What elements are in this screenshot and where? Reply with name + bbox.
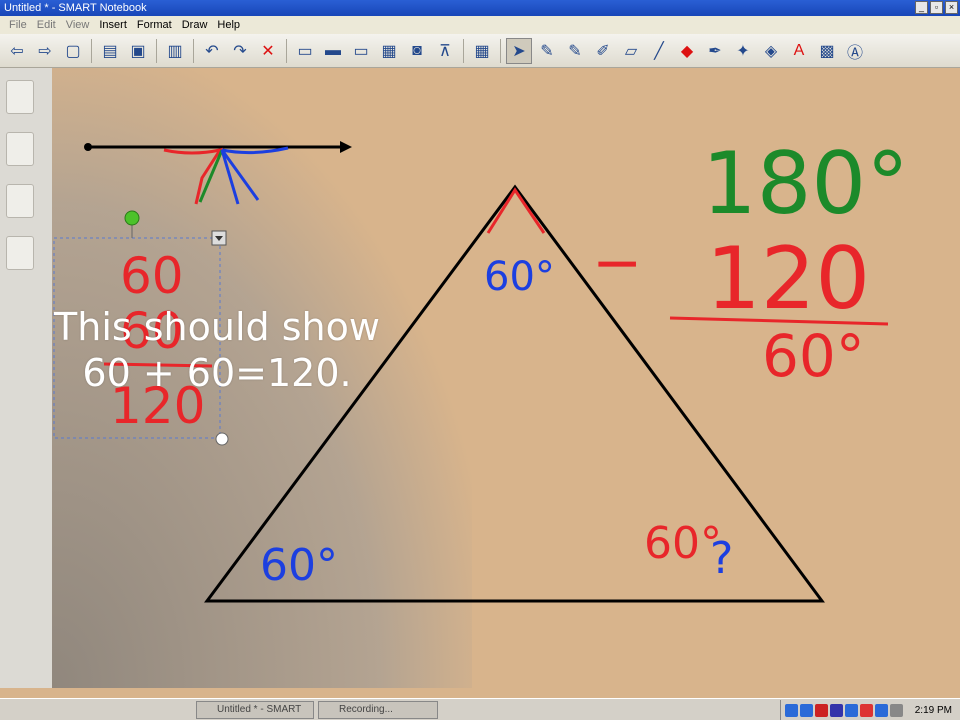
paste-icon[interactable]: ▥ — [162, 38, 188, 64]
highlighter-icon[interactable]: ✐ — [590, 38, 616, 64]
doc-camera-icon[interactable]: ⊼ — [432, 38, 458, 64]
menu-view[interactable]: View — [61, 16, 95, 34]
fill-icon[interactable]: ◈ — [758, 38, 784, 64]
close-button[interactable]: × — [945, 1, 958, 14]
question-mark: ? — [710, 533, 733, 584]
magic-pen-icon[interactable]: ✒ — [702, 38, 728, 64]
toolbar-separator — [500, 38, 501, 63]
network-icon[interactable] — [785, 703, 798, 717]
gallery-tab[interactable] — [6, 132, 34, 166]
more-icon[interactable]: Ⓐ — [842, 38, 868, 64]
menu-help[interactable]: Help — [212, 16, 245, 34]
undo-icon[interactable]: ↶ — [199, 38, 225, 64]
taskbar-notebook-button[interactable]: Untitled * - SMART No... — [196, 701, 314, 719]
security-icon[interactable] — [815, 703, 828, 717]
calc-result: 60° — [762, 322, 865, 390]
toolbar-separator — [193, 38, 194, 63]
sum-top-number: 60 — [120, 247, 184, 305]
calc-minuend: 180° — [702, 134, 909, 234]
window-title: Untitled * - SMART Notebook — [4, 2, 147, 14]
menu-file[interactable]: File — [4, 16, 32, 34]
caption-line-2: 60 + 60=120. — [82, 351, 352, 395]
camera-icon[interactable]: ◙ — [404, 38, 430, 64]
calc-minus-sign: − — [592, 228, 642, 298]
rotate-handle[interactable] — [124, 210, 140, 226]
menu-insert[interactable]: Insert — [94, 16, 132, 34]
bluetooth-icon[interactable] — [830, 703, 843, 717]
update-icon[interactable] — [875, 703, 888, 717]
open-icon[interactable]: ▤ — [97, 38, 123, 64]
menu-edit[interactable]: Edit — [32, 16, 61, 34]
side-tab-strip — [0, 68, 52, 688]
menu-format[interactable]: Format — [132, 16, 177, 34]
delete-icon[interactable]: ✕ — [255, 38, 281, 64]
clock[interactable]: 2:19 PM — [915, 705, 960, 716]
toolbar-separator — [463, 38, 464, 63]
attachments-tab[interactable] — [6, 184, 34, 218]
forward-icon[interactable]: ⇨ — [32, 38, 58, 64]
alert-icon[interactable] — [860, 703, 873, 717]
number-line-arrow — [340, 141, 352, 153]
minimize-button[interactable]: _ — [915, 1, 928, 14]
resize-handle[interactable] — [215, 432, 229, 446]
system-tray: 2:19 PM — [780, 700, 960, 720]
blue-angle-stroke — [220, 146, 289, 205]
screen-shade-icon[interactable]: ▭ — [292, 38, 318, 64]
creative-pen-icon[interactable]: ✎ — [562, 38, 588, 64]
maximize-button[interactable]: ▫ — [930, 1, 943, 14]
left-angle-label: 60° — [260, 540, 338, 591]
title-bar: Untitled * - SMART Notebook _ ▫ × — [0, 0, 960, 16]
pen-icon[interactable]: ✎ — [534, 38, 560, 64]
record-icon[interactable]: ▦ — [376, 38, 402, 64]
shape-recognition-icon[interactable]: ✦ — [730, 38, 756, 64]
properties-icon[interactable]: ▩ — [814, 38, 840, 64]
main-toolbar: ⇦ ⇨ ▢ ▤ ▣ ▥ ↶ ↷ ✕ ▭ ▬ ▭ ▦ ◙ ⊼ ▦ ➤ ✎ ✎ ✐ … — [0, 34, 960, 68]
redo-icon[interactable]: ↷ — [227, 38, 253, 64]
video-caption: This should show 60 + 60=120. — [52, 304, 382, 396]
battery-icon[interactable] — [890, 703, 903, 717]
eraser-icon[interactable]: ▱ — [618, 38, 644, 64]
display-icon[interactable]: ▬ — [320, 38, 346, 64]
toolbar-separator — [286, 38, 287, 63]
smart-board-icon[interactable] — [800, 703, 813, 717]
select-icon[interactable]: ➤ — [506, 37, 532, 64]
page-sorter-tab[interactable] — [6, 80, 34, 114]
save-icon[interactable]: ▣ — [125, 38, 151, 64]
properties-tab[interactable] — [6, 236, 34, 270]
taskbar-recording-button[interactable]: Recording... — [318, 701, 438, 719]
table-icon[interactable]: ▦ — [469, 38, 495, 64]
page-icon[interactable]: ▢ — [60, 38, 86, 64]
toolbar-separator — [91, 38, 92, 63]
calc-subtrahend: 120 — [706, 229, 870, 329]
back-icon[interactable]: ⇦ — [4, 38, 30, 64]
caption-line-1: This should show — [54, 305, 380, 349]
monitor-icon[interactable]: ▭ — [348, 38, 374, 64]
volume-icon[interactable] — [845, 703, 858, 717]
window-controls: _ ▫ × — [915, 1, 958, 14]
shapes-icon[interactable]: ◆ — [674, 38, 700, 64]
line-icon[interactable]: ╱ — [646, 38, 672, 64]
number-line-start-point — [84, 143, 92, 151]
taskbar: Untitled * - SMART No... Recording... 2:… — [0, 698, 960, 720]
menu-draw[interactable]: Draw — [177, 16, 213, 34]
menu-bar: File Edit View Insert Format Draw Help — [0, 16, 960, 34]
toolbar-separator — [156, 38, 157, 63]
text-icon[interactable]: A — [786, 38, 812, 64]
top-angle-label: 60° — [484, 254, 555, 300]
